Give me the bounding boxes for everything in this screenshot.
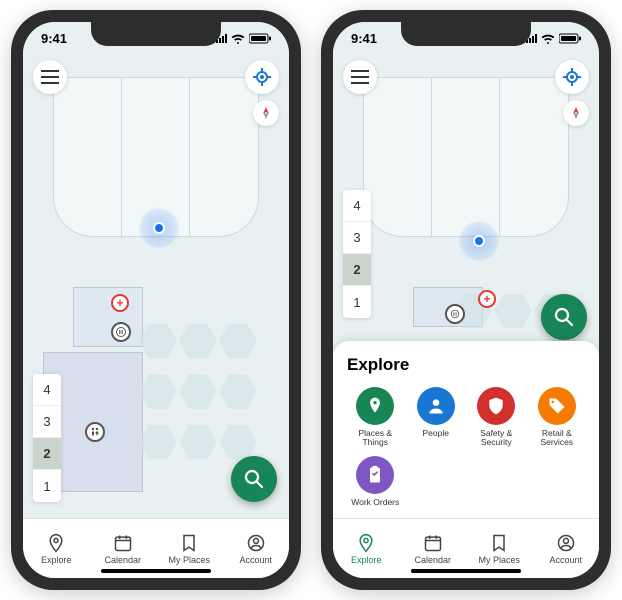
location-dot-icon xyxy=(458,220,500,262)
floor-button-2[interactable]: 2 xyxy=(343,254,371,286)
people-icon xyxy=(417,387,455,425)
screen-right: 9:41 + xyxy=(333,22,599,578)
hex-tiles xyxy=(139,322,279,472)
places-icon xyxy=(356,387,394,425)
medical-icon[interactable]: + xyxy=(478,290,496,308)
restroom-icon[interactable] xyxy=(111,322,131,342)
compass-icon xyxy=(259,106,273,120)
notch xyxy=(401,22,531,46)
menu-button[interactable] xyxy=(33,60,67,94)
menu-icon xyxy=(351,70,369,84)
floor-button-4[interactable]: 4 xyxy=(33,374,61,406)
sheet-title: Explore xyxy=(347,355,585,375)
calendar-icon xyxy=(113,533,133,553)
category-label: Places & Things xyxy=(347,429,404,449)
search-icon xyxy=(553,306,575,328)
compass-button[interactable] xyxy=(563,100,589,126)
explore-sheet: Explore Places & Things People xyxy=(333,341,599,518)
nav-item-account[interactable]: Account xyxy=(533,519,600,578)
category-people[interactable]: People xyxy=(408,387,465,449)
category-label: Safety & Security xyxy=(468,429,525,449)
nav-label: My Places xyxy=(168,555,210,565)
compass-icon xyxy=(569,106,583,120)
locate-button[interactable] xyxy=(555,60,589,94)
compass-button[interactable] xyxy=(253,100,279,126)
wifi-icon xyxy=(541,33,555,44)
category-work-orders[interactable]: Work Orders xyxy=(347,456,404,508)
restroom-icon[interactable] xyxy=(85,422,105,442)
locate-button[interactable] xyxy=(245,60,279,94)
nav-label: Account xyxy=(549,555,582,565)
search-fab[interactable] xyxy=(541,294,587,340)
floor-picker: 4 3 2 1 xyxy=(343,190,371,318)
floor-button-3[interactable]: 3 xyxy=(33,406,61,438)
phone-frame-left: 9:41 + xyxy=(11,10,301,590)
nav-label: Explore xyxy=(351,555,382,565)
account-icon xyxy=(556,533,576,553)
floor-button-1[interactable]: 1 xyxy=(343,286,371,318)
top-bar xyxy=(343,60,589,126)
search-icon xyxy=(243,468,265,490)
nav-label: Calendar xyxy=(414,555,451,565)
category-grid: Places & Things People Safety & Security xyxy=(347,387,585,508)
floor-button-3[interactable]: 3 xyxy=(343,222,371,254)
locate-icon xyxy=(562,67,582,87)
restroom-icon[interactable] xyxy=(445,304,465,324)
nav-item-explore[interactable]: Explore xyxy=(333,519,400,578)
category-label: People xyxy=(423,429,449,439)
wifi-icon xyxy=(231,33,245,44)
top-bar xyxy=(33,60,279,126)
nav-label: Account xyxy=(239,555,272,565)
floor-button-4[interactable]: 4 xyxy=(343,190,371,222)
status-icons xyxy=(522,33,581,44)
calendar-icon xyxy=(423,533,443,553)
shield-icon xyxy=(477,387,515,425)
category-label: Retail & Services xyxy=(529,429,586,449)
category-retail-services[interactable]: Retail & Services xyxy=(529,387,586,449)
pin-icon xyxy=(46,533,66,553)
battery-icon xyxy=(249,33,271,44)
nav-label: My Places xyxy=(478,555,520,565)
clock: 9:41 xyxy=(41,31,67,46)
medical-icon[interactable]: + xyxy=(111,294,129,312)
phone-frame-right: 9:41 + xyxy=(321,10,611,590)
floor-picker: 4 3 2 1 xyxy=(33,374,61,502)
locate-icon xyxy=(252,67,272,87)
tag-icon xyxy=(538,387,576,425)
pin-icon xyxy=(356,533,376,553)
menu-button[interactable] xyxy=(343,60,377,94)
home-indicator[interactable] xyxy=(411,569,521,573)
nav-label: Explore xyxy=(41,555,72,565)
nav-item-account[interactable]: Account xyxy=(223,519,290,578)
floor-button-2[interactable]: 2 xyxy=(33,438,61,470)
screen-left: 9:41 + xyxy=(23,22,289,578)
home-indicator[interactable] xyxy=(101,569,211,573)
nav-item-explore[interactable]: Explore xyxy=(23,519,90,578)
status-icons xyxy=(212,33,271,44)
category-label: Work Orders xyxy=(351,498,399,508)
search-fab[interactable] xyxy=(231,456,277,502)
account-icon xyxy=(246,533,266,553)
clipboard-icon xyxy=(356,456,394,494)
map-room-small xyxy=(73,287,143,347)
menu-icon xyxy=(41,70,59,84)
nav-label: Calendar xyxy=(104,555,141,565)
category-safety-security[interactable]: Safety & Security xyxy=(468,387,525,449)
battery-icon xyxy=(559,33,581,44)
notch xyxy=(91,22,221,46)
bookmark-icon xyxy=(489,533,509,553)
bookmark-icon xyxy=(179,533,199,553)
category-places-things[interactable]: Places & Things xyxy=(347,387,404,449)
location-dot-icon xyxy=(138,207,180,249)
floor-button-1[interactable]: 1 xyxy=(33,470,61,502)
clock: 9:41 xyxy=(351,31,377,46)
